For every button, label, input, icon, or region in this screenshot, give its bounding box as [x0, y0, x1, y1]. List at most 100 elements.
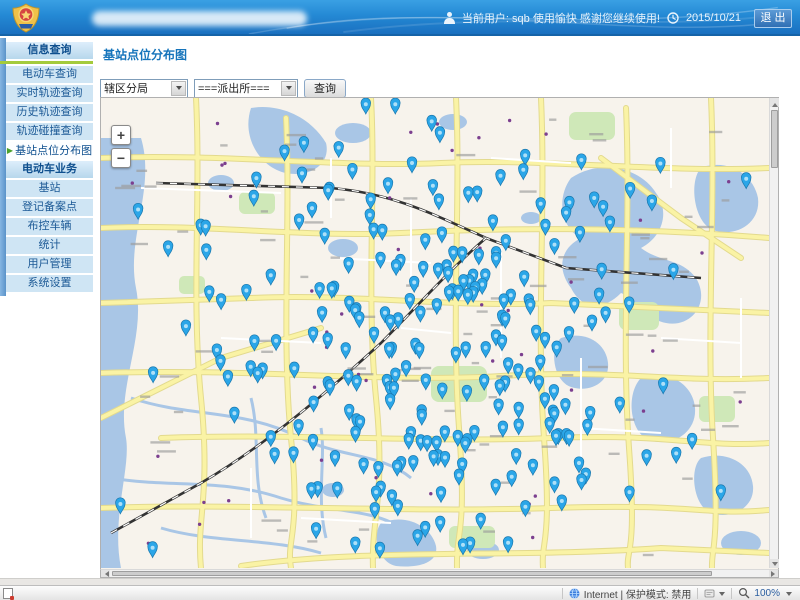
- map-pin[interactable]: [421, 234, 431, 250]
- map-pin[interactable]: [528, 459, 538, 475]
- sidebar-item-2[interactable]: 实时轨迹查询: [6, 85, 93, 102]
- police-station-select[interactable]: ===派出所===: [194, 79, 298, 98]
- map-pin[interactable]: [352, 375, 362, 391]
- map-pin[interactable]: [495, 380, 505, 396]
- map-pin[interactable]: [405, 293, 415, 309]
- map-pin[interactable]: [415, 343, 425, 359]
- map-pin[interactable]: [202, 244, 212, 260]
- vertical-scroll-thumb[interactable]: [771, 110, 778, 168]
- map-pin[interactable]: [421, 374, 431, 390]
- map-pin[interactable]: [148, 542, 158, 558]
- map-pin[interactable]: [294, 214, 304, 230]
- map-pin[interactable]: [266, 269, 276, 285]
- map-pin[interactable]: [519, 271, 529, 287]
- sidebar-item-1[interactable]: 电动车查询: [6, 66, 93, 83]
- scroll-left-arrow[interactable]: [101, 570, 110, 577]
- map-pin[interactable]: [498, 421, 508, 437]
- map-pin[interactable]: [307, 202, 317, 218]
- map-pin[interactable]: [526, 299, 536, 315]
- map-pin[interactable]: [392, 460, 402, 476]
- chevron-down-icon[interactable]: [281, 81, 296, 96]
- scroll-down-arrow[interactable]: [770, 559, 779, 568]
- map-pin[interactable]: [308, 434, 318, 450]
- map-pin[interactable]: [496, 170, 506, 186]
- map-pin[interactable]: [519, 164, 529, 180]
- map-pin[interactable]: [271, 335, 281, 351]
- map-pin[interactable]: [266, 431, 276, 447]
- map-pin[interactable]: [216, 294, 226, 310]
- horizontal-scroll-thumb[interactable]: [112, 571, 712, 576]
- map-pin[interactable]: [376, 252, 386, 268]
- map-pin[interactable]: [311, 523, 321, 539]
- sidebar-item-7[interactable]: 基站: [6, 180, 93, 197]
- map-pin[interactable]: [481, 342, 491, 358]
- map-pin[interactable]: [564, 430, 574, 446]
- map-pin[interactable]: [344, 257, 354, 273]
- map-pin[interactable]: [433, 263, 443, 279]
- tab-base-station-map[interactable]: 基站点位分布图: [103, 46, 187, 63]
- map-pin[interactable]: [491, 252, 501, 268]
- map-pin[interactable]: [507, 471, 517, 487]
- map-pin[interactable]: [494, 399, 504, 415]
- map-pin[interactable]: [440, 451, 450, 467]
- query-button[interactable]: 查询: [304, 79, 346, 98]
- map-pin[interactable]: [351, 537, 361, 553]
- scroll-right-arrow[interactable]: [769, 570, 778, 577]
- map-pin[interactable]: [297, 167, 307, 183]
- map-pin[interactable]: [570, 297, 580, 313]
- map-pin[interactable]: [330, 451, 340, 467]
- compatibility-area[interactable]: [704, 588, 725, 599]
- map-pin[interactable]: [501, 235, 511, 251]
- map-pin[interactable]: [514, 419, 524, 435]
- map-pin[interactable]: [325, 380, 335, 396]
- map-pin[interactable]: [601, 307, 611, 323]
- map-pin[interactable]: [385, 394, 395, 410]
- map-pin[interactable]: [437, 227, 447, 243]
- map-pin[interactable]: [642, 450, 652, 466]
- map-pin[interactable]: [355, 312, 365, 328]
- map-pin[interactable]: [320, 228, 330, 244]
- map-pin[interactable]: [163, 241, 173, 257]
- map-pin[interactable]: [436, 486, 446, 502]
- map-pin[interactable]: [359, 458, 369, 474]
- map-pin[interactable]: [323, 333, 333, 349]
- map-pin[interactable]: [497, 335, 507, 351]
- bureau-select[interactable]: 辖区分局: [100, 79, 188, 98]
- map-pin[interactable]: [474, 249, 484, 265]
- sidebar-item-8[interactable]: 登记备案点: [6, 199, 93, 216]
- map-pin[interactable]: [393, 500, 403, 516]
- map-pin[interactable]: [587, 315, 597, 331]
- map-pin[interactable]: [671, 447, 681, 463]
- sidebar-item-9[interactable]: 布控车辆: [6, 218, 93, 235]
- map-pin[interactable]: [435, 127, 445, 143]
- map-pin[interactable]: [383, 178, 393, 194]
- map-pin[interactable]: [427, 115, 437, 131]
- map-pin[interactable]: [404, 433, 414, 449]
- map-pin[interactable]: [461, 342, 471, 358]
- map-pin[interactable]: [378, 224, 388, 240]
- zoom-out-button[interactable]: −: [111, 148, 131, 168]
- scroll-up-arrow[interactable]: [770, 98, 779, 107]
- map-pin[interactable]: [511, 448, 521, 464]
- map-pin[interactable]: [309, 396, 319, 412]
- sidebar-item-11[interactable]: 用户管理: [6, 256, 93, 273]
- map-pin[interactable]: [223, 370, 233, 386]
- map-canvas[interactable]: [101, 98, 769, 568]
- map-pin[interactable]: [348, 163, 358, 179]
- map-pin[interactable]: [391, 259, 401, 275]
- zoom-in-button[interactable]: +: [111, 125, 131, 145]
- map-pin[interactable]: [550, 238, 560, 254]
- chevron-down-icon[interactable]: [171, 81, 186, 96]
- map-pin[interactable]: [216, 355, 226, 371]
- sidebar-item-6[interactable]: 电动车业务: [6, 161, 93, 178]
- map-pin[interactable]: [687, 433, 697, 449]
- map-pin[interactable]: [148, 367, 158, 383]
- map-pin[interactable]: [503, 358, 513, 374]
- map-pin[interactable]: [432, 298, 442, 314]
- map-pin[interactable]: [230, 407, 240, 423]
- map-pin[interactable]: [317, 306, 327, 322]
- map-pin[interactable]: [422, 436, 432, 452]
- map-pin[interactable]: [341, 343, 351, 359]
- sidebar-item-3[interactable]: 历史轨迹查询: [6, 104, 93, 121]
- map-pin[interactable]: [409, 276, 419, 292]
